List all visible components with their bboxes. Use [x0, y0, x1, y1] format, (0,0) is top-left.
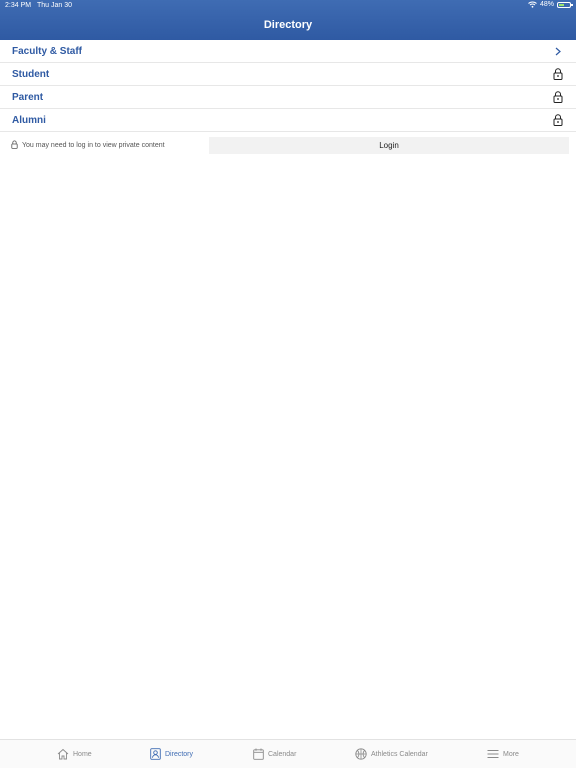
chevron-right-icon [552, 45, 564, 57]
lock-icon [552, 114, 564, 126]
wifi-icon [528, 1, 537, 8]
directory-list: Faculty & Staff Student Parent Alumni [0, 40, 576, 132]
tab-label: Athletics Calendar [371, 750, 428, 758]
tab-label: Directory [165, 750, 194, 758]
login-button[interactable]: Login [209, 136, 569, 154]
battery-percent: 48% [539, 1, 554, 8]
list-item-label: Faculty & Staff [12, 45, 83, 57]
basketball-icon [355, 748, 367, 760]
battery-icon [557, 1, 573, 8]
nav-header: 2:34 PM Thu Jan 30 48% Directory [0, 0, 576, 40]
status-right: 48% [528, 1, 573, 8]
directory-icon [150, 748, 161, 760]
tab-more[interactable]: More [487, 747, 519, 761]
list-item-student[interactable]: Student [0, 63, 576, 86]
battery-fill [559, 3, 564, 6]
list-item-label: Parent [12, 91, 44, 103]
login-note-text: You may need to log in to view private c… [22, 141, 165, 149]
list-item-faculty-staff[interactable]: Faculty & Staff [0, 40, 576, 63]
tab-directory[interactable]: Directory [150, 747, 193, 761]
list-item-alumni[interactable]: Alumni [0, 109, 576, 132]
list-item-parent[interactable]: Parent [0, 86, 576, 109]
lock-icon [552, 68, 564, 80]
tab-athletics-calendar[interactable]: Athletics Calendar [355, 747, 428, 761]
login-area: You may need to log in to view private c… [0, 135, 576, 155]
status-time: 2:34 PM [5, 2, 32, 9]
small-lock-icon [11, 140, 18, 151]
list-item-label: Student [12, 68, 50, 80]
lock-icon [552, 91, 564, 103]
tab-label: Home [73, 750, 92, 758]
app: 2:34 PM Thu Jan 30 48% Directory Faculty… [0, 0, 576, 768]
page-title: Directory [263, 19, 313, 31]
status-bar: 2:34 PM Thu Jan 30 48% [0, 0, 576, 12]
tab-calendar[interactable]: Calendar [253, 747, 296, 761]
login-note: You may need to log in to view private c… [0, 140, 209, 151]
home-icon [57, 748, 69, 760]
menu-icon [487, 750, 499, 758]
list-item-label: Alumni [12, 114, 46, 126]
tab-label: More [503, 750, 519, 758]
status-date: Thu Jan 30 [37, 2, 73, 9]
tab-home[interactable]: Home [57, 747, 92, 761]
calendar-icon [253, 748, 264, 760]
tab-label: Calendar [268, 750, 297, 758]
tab-bar: Home Directory Calendar Athletics Calend… [0, 739, 576, 768]
